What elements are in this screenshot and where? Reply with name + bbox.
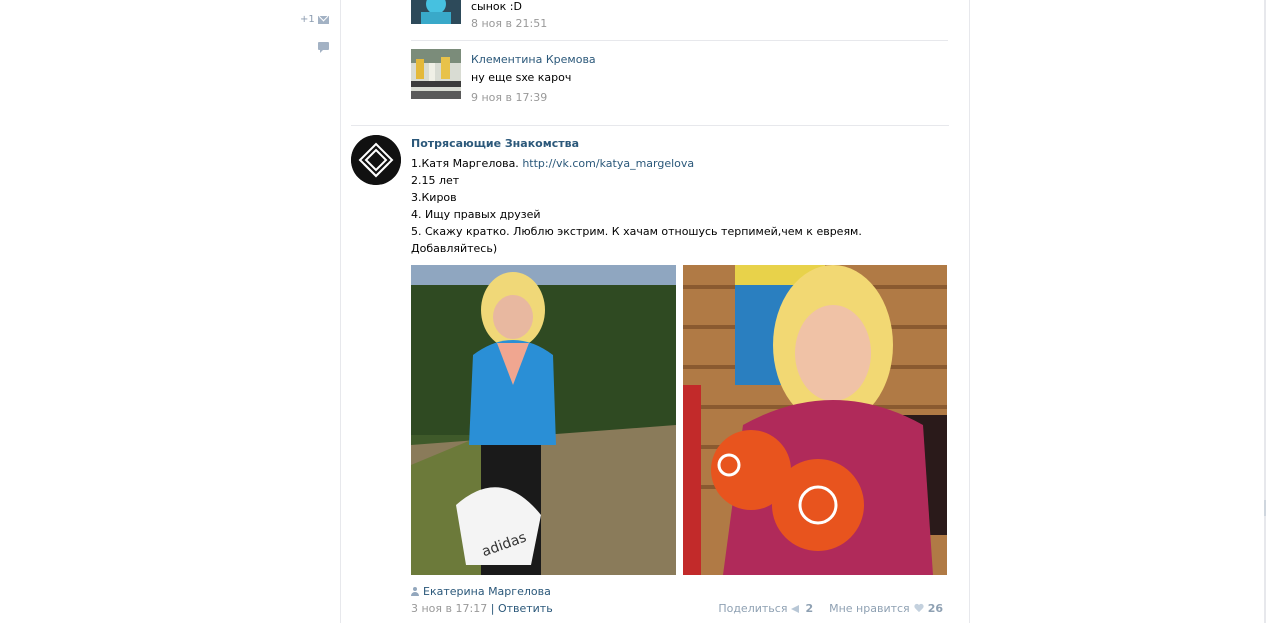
profile-link[interactable]: http://vk.com/katya_margelova	[522, 157, 694, 170]
reply-divider	[411, 40, 948, 41]
reply-text: ну еще sxe кароч	[471, 71, 572, 84]
share-count: 2	[805, 602, 814, 615]
post-line-5: 5. Скажу кратко. Люблю экстрим. К хачам …	[411, 225, 862, 238]
post-line-3: 3.Киров	[411, 191, 457, 204]
heart-icon	[914, 604, 924, 613]
meta-separator: |	[490, 602, 495, 615]
reply-time[interactable]: 8 ноя в 21:51	[471, 17, 547, 30]
comment-icon[interactable]	[318, 42, 329, 53]
left-column: +1	[0, 0, 340, 623]
post-actions: Поделиться 2 Мне нравится 26	[718, 602, 943, 615]
post-line-2: 2.15 лет	[411, 174, 460, 187]
reply-button[interactable]: Ответить	[498, 602, 553, 615]
reply-time[interactable]: 9 ноя в 17:39	[471, 91, 547, 104]
post-date[interactable]: 3 ноя в 17:17	[411, 602, 487, 615]
counter-label: +1	[300, 14, 315, 25]
reply-avatar[interactable]	[411, 0, 461, 24]
post-author-link[interactable]: Потрясающие Знакомства	[411, 137, 579, 150]
reply-author-link[interactable]: Клементина Кремова	[471, 53, 596, 66]
reply-avatar[interactable]	[411, 49, 461, 99]
post-divider	[351, 125, 949, 126]
post-line-1-text: 1.Катя Маргелова.	[411, 157, 523, 170]
person-icon	[411, 587, 419, 596]
post-meta: 3 ноя в 17:17 | Ответить	[411, 602, 553, 615]
post-text: 1.Катя Маргелова. http://vk.com/katya_ma…	[411, 155, 951, 257]
reply-text: сынок :D	[471, 0, 522, 13]
wall-feed: сынок :D 8 ноя в 21:51 Клементина Кремов…	[340, 0, 970, 623]
post-photo[interactable]	[683, 265, 947, 575]
like-count: 26	[927, 602, 943, 615]
photo-signer[interactable]: Екатерина Маргелова	[411, 585, 551, 598]
signer-name: Екатерина Маргелова	[423, 585, 551, 598]
share-button[interactable]: Поделиться	[718, 602, 787, 615]
post-line-1: 1.Катя Маргелова. http://vk.com/katya_ma…	[411, 155, 951, 172]
post-line-6: Добавляйтесь)	[411, 242, 498, 255]
like-button[interactable]: Мне нравится	[829, 602, 910, 615]
post-line-4: 4. Ищу правых друзей	[411, 208, 541, 221]
megaphone-icon	[791, 604, 801, 613]
notification-counter[interactable]: +1	[300, 14, 329, 25]
post-photo[interactable]: adidas	[411, 265, 676, 575]
group-avatar[interactable]	[351, 135, 401, 185]
mail-icon	[317, 15, 329, 24]
comment-reply: Клементина Кремова ну еще sxe кароч 9 но…	[411, 49, 949, 109]
comment-reply: сынок :D 8 ноя в 21:51	[411, 0, 949, 34]
